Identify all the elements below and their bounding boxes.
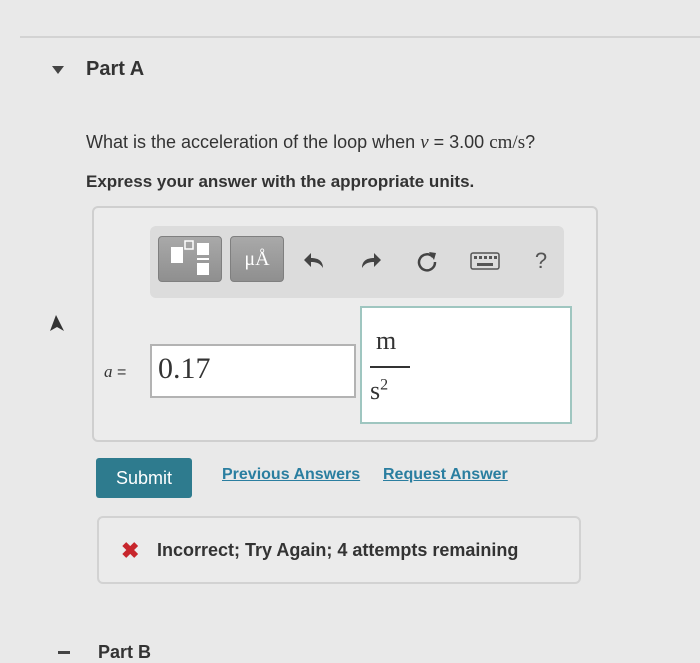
section-divider [20, 36, 700, 38]
undo-icon[interactable] [300, 246, 330, 276]
unit-denominator: s [370, 376, 381, 405]
question-suffix: ? [525, 132, 536, 152]
answer-variable-label: a = [104, 362, 126, 382]
unit-numerator: m [376, 326, 397, 355]
answer-unit-input[interactable]: m s2 [360, 306, 572, 424]
x-icon: ✖ [121, 538, 140, 563]
redo-icon[interactable] [355, 246, 385, 276]
templates-button[interactable] [158, 236, 222, 282]
question-text: What is the acceleration of the loop whe… [86, 132, 535, 154]
unit-fraction-bar [370, 366, 410, 368]
feedback-box: ✖ Incorrect; Try Again; 4 attempts remai… [97, 516, 581, 584]
reset-icon[interactable] [412, 246, 442, 276]
question-variable: v [420, 132, 429, 153]
units-button[interactable]: μÅ [230, 236, 284, 282]
question-prefix: What is the acceleration of the loop whe… [86, 132, 421, 152]
part-title: Part A [86, 58, 145, 80]
collapse-caret-icon[interactable] [52, 65, 64, 74]
math-toolbar: μÅ ? [150, 226, 564, 298]
unit-exponent: 2 [380, 376, 389, 394]
question-unit: cm/s [489, 132, 526, 153]
answer-instruction: Express your answer with the appropriate… [86, 172, 475, 191]
answer-value-input[interactable]: 0.17 [150, 344, 356, 398]
submit-button[interactable]: Submit [96, 458, 192, 498]
part-header[interactable]: Part A [52, 58, 144, 81]
feedback-text: Incorrect; Try Again; 4 attempts remaini… [157, 540, 519, 560]
help-icon[interactable]: ? [526, 246, 556, 276]
question-equals: = 3.00 [428, 132, 490, 152]
answer-variable: a [104, 362, 113, 381]
answer-equals: = [116, 364, 127, 381]
unit-denominator-group: s2 [370, 376, 388, 406]
units-icon: μÅ [244, 248, 270, 270]
mouse-cursor-icon [50, 315, 64, 331]
keyboard-icon[interactable] [470, 246, 500, 276]
previous-answers-link[interactable]: Previous Answers [222, 466, 360, 484]
request-answer-link[interactable]: Request Answer [383, 466, 508, 484]
templates-icon [171, 240, 209, 275]
